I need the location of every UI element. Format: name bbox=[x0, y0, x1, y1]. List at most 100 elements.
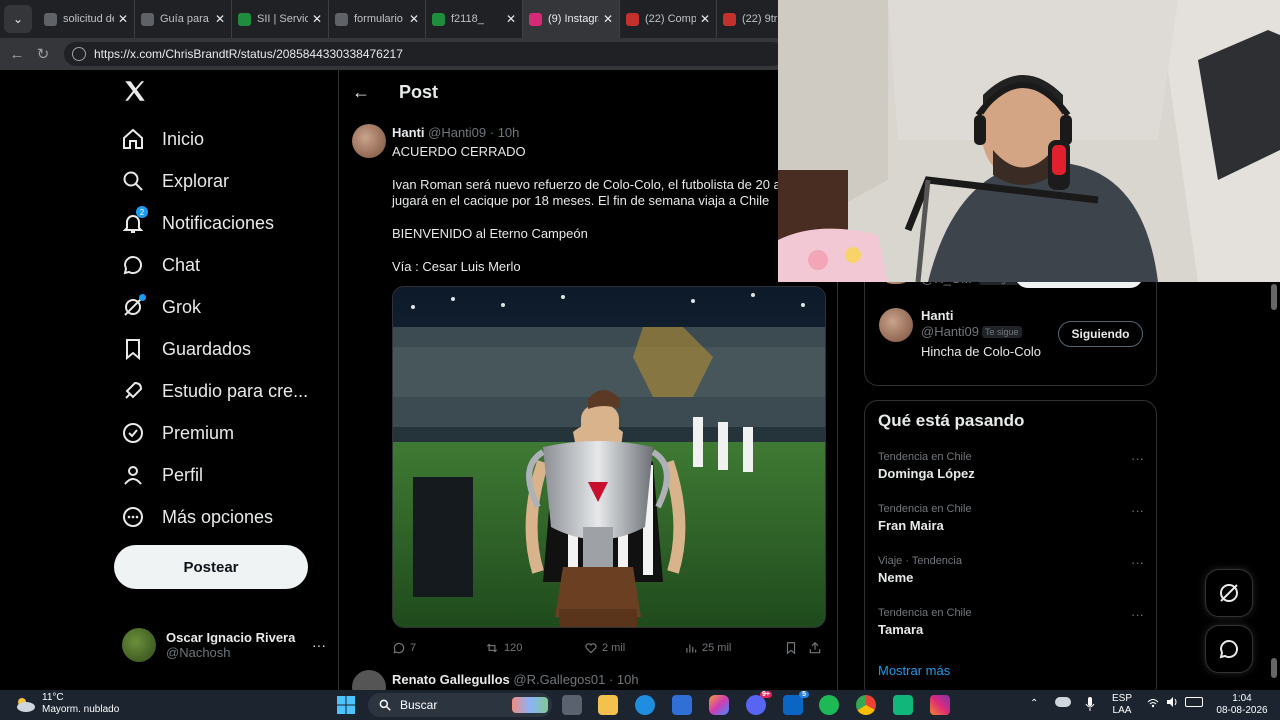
scrollbar-thumb[interactable] bbox=[1271, 658, 1277, 678]
share-icon bbox=[809, 641, 821, 654]
trend-item[interactable]: Viaje · Tendencia Neme ··· bbox=[878, 555, 1144, 585]
reload-button[interactable]: ↻ bbox=[30, 45, 56, 63]
url-field[interactable]: https://x.com/ChrisBrandtR/status/208584… bbox=[64, 42, 784, 66]
post-line: Ivan Roman será nuevo refuerzo de Colo-C… bbox=[392, 177, 802, 192]
battery-icon[interactable] bbox=[1185, 697, 1203, 707]
nav-item-rocket[interactable]: Estudio para cre... bbox=[120, 371, 308, 411]
onedrive-icon[interactable] bbox=[1055, 697, 1071, 707]
nav-item-chat[interactable]: Chat bbox=[120, 245, 200, 285]
page-scrollbar[interactable] bbox=[1271, 282, 1278, 682]
nav-item-bell[interactable]: 2 Notificaciones bbox=[120, 203, 274, 243]
browser-tab[interactable]: (9) Instagra ✕ bbox=[523, 0, 620, 38]
windows-taskbar: 11°C Mayorm. nublado Buscar 9+ 5 ⌃ ESP L… bbox=[0, 690, 1280, 720]
clock[interactable]: 1:04 08-08-2026 bbox=[1212, 693, 1272, 717]
account-switcher[interactable]: Oscar Ignacio Rivera @Nachosh ··· bbox=[122, 625, 326, 665]
more-icon[interactable]: ··· bbox=[312, 637, 326, 653]
tab-search-button[interactable]: ⌄ bbox=[4, 5, 32, 33]
trend-more-icon[interactable]: ··· bbox=[1131, 555, 1144, 570]
tab-close-icon[interactable]: ✕ bbox=[118, 12, 128, 26]
tab-close-icon[interactable]: ✕ bbox=[409, 12, 419, 26]
show-more-link[interactable]: Mostrar más bbox=[878, 663, 950, 678]
nav-item-more[interactable]: Más opciones bbox=[120, 497, 273, 537]
reply-author-handle[interactable]: @R.Gallegos01 · 10h bbox=[513, 672, 638, 687]
post-header: ← Post bbox=[339, 70, 837, 114]
microphone-icon[interactable] bbox=[1085, 696, 1095, 716]
post-author-handle[interactable]: @Hanti09 bbox=[428, 125, 486, 140]
trend-item[interactable]: Tendencia en Chile Tamara ··· bbox=[878, 607, 1144, 637]
instagram-icon[interactable] bbox=[930, 695, 950, 715]
tab-close-icon[interactable]: ✕ bbox=[312, 12, 322, 26]
post-button[interactable]: Postear bbox=[114, 545, 308, 589]
weather-temp: 11°C bbox=[42, 692, 64, 703]
grok-button[interactable] bbox=[1205, 569, 1253, 617]
chrome-icon[interactable] bbox=[856, 695, 876, 715]
taskbar-search[interactable]: Buscar bbox=[368, 693, 552, 717]
post-time[interactable]: · 10h bbox=[490, 125, 520, 140]
browser-tab[interactable]: solicitud de ✕ bbox=[38, 0, 135, 38]
browser-tab[interactable]: f2118_ ✕ bbox=[426, 0, 523, 38]
post-image[interactable] bbox=[392, 286, 826, 628]
volume-icon[interactable] bbox=[1166, 696, 1178, 712]
nav-item-bookmark[interactable]: Guardados bbox=[120, 329, 251, 369]
notification-badge: 2 bbox=[136, 206, 148, 218]
wifi-icon[interactable] bbox=[1147, 698, 1159, 712]
spotify-icon[interactable] bbox=[819, 695, 839, 715]
input-language[interactable]: ESP LAA bbox=[1110, 693, 1134, 717]
like-button[interactable]: 2 mil bbox=[584, 641, 684, 655]
browser-tab[interactable]: SII | Servicio ✕ bbox=[232, 0, 329, 38]
back-button[interactable]: ← bbox=[4, 46, 30, 63]
back-arrow-icon[interactable]: ← bbox=[339, 82, 383, 103]
store-icon[interactable] bbox=[672, 695, 692, 715]
trend-item[interactable]: Tendencia en Chile Fran Maira ··· bbox=[878, 503, 1144, 533]
file-explorer-icon[interactable] bbox=[598, 695, 618, 715]
trend-item[interactable]: Tendencia en Chile Dominga López ··· bbox=[878, 451, 1144, 481]
nav-item-verified[interactable]: Premium bbox=[120, 413, 234, 453]
bookmark-button[interactable] bbox=[784, 641, 808, 655]
browser-tab[interactable]: Guía para S ✕ bbox=[135, 0, 232, 38]
nav-item-search[interactable]: Explorar bbox=[120, 161, 229, 201]
task-view-icon[interactable] bbox=[562, 695, 582, 715]
tab-close-icon[interactable]: ✕ bbox=[603, 12, 613, 26]
trend-context: Viaje · Tendencia bbox=[878, 555, 962, 567]
trend-more-icon[interactable]: ··· bbox=[1131, 503, 1144, 518]
post-author-name[interactable]: Hanti bbox=[392, 125, 425, 140]
trend-more-icon[interactable]: ··· bbox=[1131, 607, 1144, 622]
following-button[interactable]: Siguiendo bbox=[1058, 321, 1143, 347]
share-button[interactable] bbox=[808, 641, 826, 655]
streamlabs-icon[interactable] bbox=[893, 695, 913, 715]
repost-button[interactable]: 120 bbox=[484, 641, 584, 655]
start-button[interactable] bbox=[336, 695, 356, 715]
weather-widget[interactable]: 11°C Mayorm. nublado bbox=[14, 692, 119, 716]
reply-author-name[interactable]: Renato Gallegullos bbox=[392, 672, 510, 687]
trending-title: Qué está pasando bbox=[878, 411, 1025, 430]
tab-close-icon[interactable]: ✕ bbox=[215, 12, 225, 26]
nav-item-person[interactable]: Perfil bbox=[120, 455, 203, 495]
tab-close-icon[interactable]: ✕ bbox=[700, 12, 710, 26]
nav-item-grok[interactable]: Grok bbox=[120, 287, 201, 327]
scrollbar-thumb[interactable] bbox=[1271, 284, 1277, 310]
messages-button[interactable] bbox=[1205, 625, 1253, 673]
reply-button[interactable]: 7 bbox=[392, 641, 484, 655]
views-button[interactable]: 25 mil bbox=[684, 641, 784, 655]
post-author-avatar[interactable] bbox=[352, 124, 386, 158]
nav-item-home[interactable]: Inicio bbox=[120, 119, 204, 159]
tab-close-icon[interactable]: ✕ bbox=[506, 12, 516, 26]
site-info-icon[interactable] bbox=[72, 47, 86, 61]
copilot-icon[interactable] bbox=[709, 695, 729, 715]
x-logo[interactable] bbox=[122, 78, 152, 108]
browser-tab[interactable]: formulario ✕ bbox=[329, 0, 426, 38]
clock-time: 1:04 bbox=[1232, 693, 1252, 704]
linkedin-icon[interactable]: 5 bbox=[783, 691, 809, 715]
browser-tab[interactable]: (22) Comp ✕ bbox=[620, 0, 717, 38]
trend-more-icon[interactable]: ··· bbox=[1131, 451, 1144, 466]
edge-icon[interactable] bbox=[635, 695, 655, 715]
tab-favicon-icon bbox=[238, 12, 251, 26]
tab-title: (22) Comp bbox=[645, 13, 696, 25]
trend-context: Tendencia en Chile bbox=[878, 503, 972, 515]
trend-topic: Tamara bbox=[878, 622, 924, 637]
post-line: jugará en el cacique por 18 meses. El fi… bbox=[392, 193, 770, 208]
tray-overflow-icon[interactable]: ⌃ bbox=[1030, 698, 1038, 710]
tab-strip: solicitud de ✕ Guía para S ✕ SII | Servicio ✕… bbox=[38, 0, 814, 38]
discord-icon[interactable]: 9+ bbox=[746, 691, 772, 715]
post-line: BIENVENIDO al Eterno Campeón bbox=[392, 226, 588, 241]
